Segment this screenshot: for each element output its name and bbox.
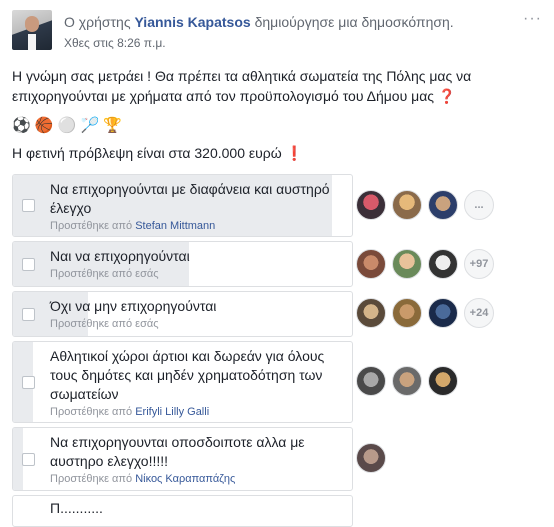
- poll-option-1[interactable]: Να επιχορηγούνται με διαφάνεια και αυστη…: [12, 174, 353, 237]
- voter-avatar[interactable]: [428, 298, 458, 328]
- sports-emoji-row: ⚽ 🏀 ⚪ 🏸 🏆: [12, 117, 123, 134]
- option-label: Ναι να επιχορηγούνται: [50, 248, 190, 264]
- poll-option-4[interactable]: Αθλητικοί χώροι άρτιοι και δωρεάν για όλ…: [12, 341, 353, 423]
- option-content: Να επιχορηγούνται με διαφάνεια και αυστη…: [50, 180, 340, 234]
- voter-avatar[interactable]: [356, 443, 386, 473]
- exclamation-icon: ❗: [285, 145, 304, 161]
- vote-checkbox[interactable]: [22, 308, 35, 321]
- user-prefix: Ο χρήστης: [64, 14, 131, 30]
- vote-checkbox[interactable]: [22, 199, 35, 212]
- author-avatar[interactable]: [12, 10, 52, 50]
- voter-avatar[interactable]: [392, 190, 422, 220]
- option-label: Όχι να μην επιχορηγούνται: [50, 298, 217, 314]
- added-by-line: Προστέθηκε από εσάς: [50, 268, 159, 280]
- voter-avatar[interactable]: [356, 298, 386, 328]
- option-label: Να επιχορηγούνται με διαφάνεια και αυστη…: [50, 181, 330, 216]
- forecast-line: Η φετινή πρόβλεψη είναι στα 320.000 ευρώ…: [12, 143, 303, 163]
- option-label: Να επιχορηγουνται οποσδοιποτε αλλα με αυ…: [50, 434, 305, 469]
- option-label: Αθλητικοί χώροι άρτιοι και δωρεάν για όλ…: [50, 348, 325, 402]
- poll-option-3[interactable]: Όχι να μην επιχορηγούνται Προστέθηκε από…: [12, 291, 353, 337]
- post-timestamp[interactable]: Χθες στις 8:26 π.μ.: [64, 36, 166, 50]
- vote-checkbox[interactable]: [22, 258, 35, 271]
- post-text: Η γνώμη σας μετράει ! Θα πρέπει τα αθλητ…: [12, 68, 472, 104]
- question-mark-icon: ❓: [437, 88, 456, 104]
- forecast-text: Η φετινή πρόβλεψη είναι στα 320.000 ευρώ: [12, 145, 282, 161]
- added-by-link[interactable]: Νίκος Καραπαπάζης: [135, 473, 235, 485]
- option-content: Π...........: [50, 499, 340, 518]
- added-by-line: Προστέθηκε από Νίκος Καραπαπάζης: [50, 473, 236, 485]
- poll-option-2[interactable]: Ναι να επιχορηγούνται Προστέθηκε από εσά…: [12, 241, 353, 287]
- option-content: Αθλητικοί χώροι άρτιοι και δωρεάν για όλ…: [50, 347, 340, 420]
- post-action: δημιούργησε μια δημοσκόπηση.: [254, 14, 454, 30]
- option-label: Π...........: [50, 500, 103, 516]
- more-voters-button[interactable]: +97: [464, 249, 494, 279]
- voter-avatar[interactable]: [428, 366, 458, 396]
- voter-avatar[interactable]: [392, 249, 422, 279]
- more-voters-button[interactable]: ...: [464, 190, 494, 220]
- more-voters-button[interactable]: +24: [464, 298, 494, 328]
- added-by-link[interactable]: Stefan Mittmann: [135, 220, 215, 232]
- voter-avatar[interactable]: [356, 249, 386, 279]
- added-by-line: Προστέθηκε από εσάς: [50, 318, 159, 330]
- added-by-link[interactable]: Erifyli Lilly Galli: [135, 406, 209, 418]
- poll-option-5[interactable]: Να επιχορηγουνται οποσδοιποτε αλλα με αυ…: [12, 427, 353, 491]
- option-content: Ναι να επιχορηγούνται Προστέθηκε από εσά…: [50, 247, 340, 282]
- post-headline: Ο χρήστης Yiannis Kapatsos δημιούργησε μ…: [64, 14, 454, 30]
- author-name-link[interactable]: Yiannis Kapatsos: [134, 14, 250, 30]
- option-content: Να επιχορηγουνται οποσδοιποτε αλλα με αυ…: [50, 433, 340, 487]
- post-body: Η γνώμη σας μετράει ! Θα πρέπει τα αθλητ…: [12, 66, 542, 106]
- option-content: Όχι να μην επιχορηγούνται Προστέθηκε από…: [50, 297, 340, 332]
- added-by-line: Προστέθηκε από Erifyli Lilly Galli: [50, 406, 210, 418]
- voter-avatar[interactable]: [428, 190, 458, 220]
- voter-avatar[interactable]: [428, 249, 458, 279]
- vote-checkbox[interactable]: [22, 376, 35, 389]
- added-by-line: Προστέθηκε από Stefan Mittmann: [50, 220, 216, 232]
- voter-avatar[interactable]: [392, 366, 422, 396]
- voter-avatar[interactable]: [356, 190, 386, 220]
- more-options-icon[interactable]: ···: [523, 10, 542, 28]
- avatar-face: [25, 16, 39, 32]
- post-header: Ο χρήστης Yiannis Kapatsos δημιούργησε μ…: [12, 10, 542, 58]
- vote-checkbox[interactable]: [22, 453, 35, 466]
- voter-avatar[interactable]: [356, 366, 386, 396]
- poll-option-6[interactable]: Π...........: [12, 495, 353, 527]
- avatar-shirt: [28, 34, 36, 50]
- voter-avatar[interactable]: [392, 298, 422, 328]
